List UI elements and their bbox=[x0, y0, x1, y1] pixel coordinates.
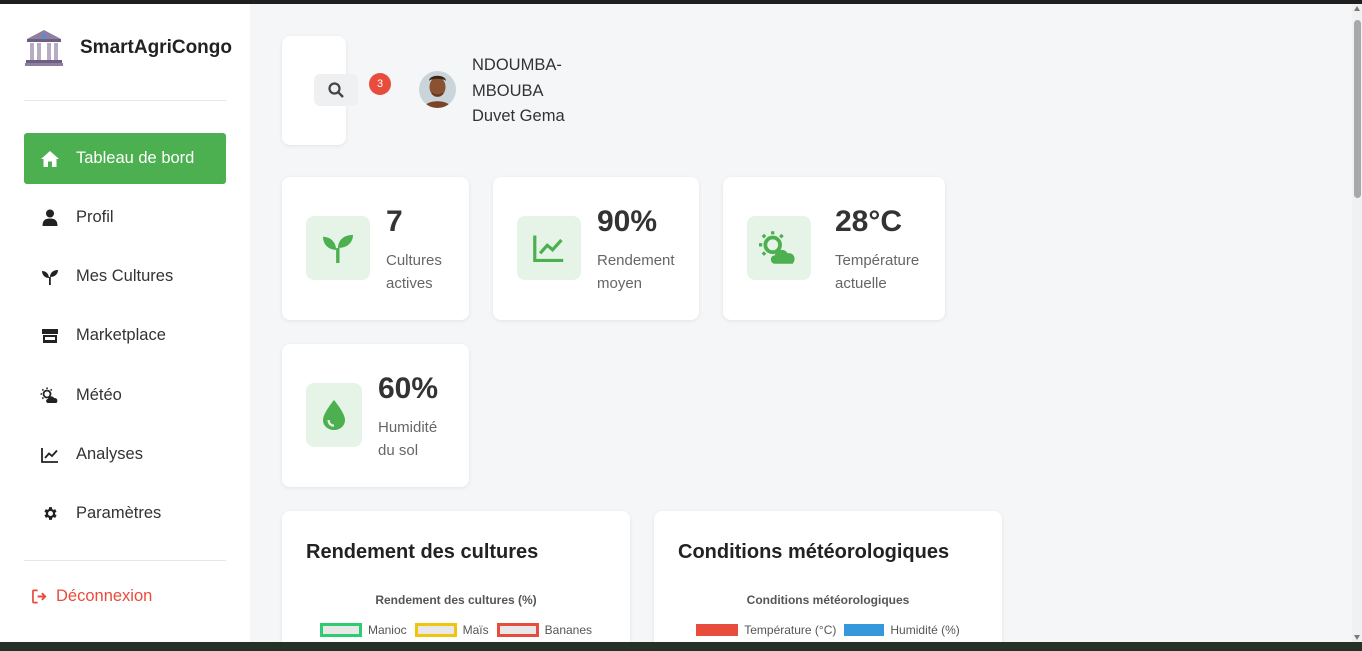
sidebar-item-label: Mes Cultures bbox=[76, 267, 174, 285]
scroll-up-arrow-icon[interactable] bbox=[1354, 6, 1360, 11]
stat-value: 60% bbox=[378, 372, 439, 405]
user-icon bbox=[40, 208, 60, 228]
sidebar-item-analytics[interactable]: Analyses bbox=[24, 429, 226, 480]
sidebar-item-weather[interactable]: Météo bbox=[24, 370, 226, 421]
search-button[interactable] bbox=[314, 74, 358, 106]
sidebar-item-label: Analyses bbox=[76, 445, 143, 463]
stat-card-soil-humidity: 60% Humidité du sol bbox=[282, 344, 469, 487]
search-icon bbox=[328, 82, 344, 98]
sidebar-item-profile[interactable]: Profil bbox=[24, 192, 226, 243]
legend-swatch bbox=[696, 624, 739, 636]
stat-label: Rendement moyen bbox=[597, 252, 675, 292]
bank-building-icon bbox=[25, 30, 63, 66]
scrollbar-thumb[interactable] bbox=[1354, 20, 1361, 198]
vertical-scrollbar[interactable] bbox=[1352, 4, 1362, 642]
sidebar-item-label: Météo bbox=[76, 386, 122, 404]
legend-item-manioc[interactable]: Manioc bbox=[319, 623, 407, 637]
chart-line-icon bbox=[40, 445, 60, 465]
sidebar-item-dashboard[interactable]: Tableau de bord bbox=[24, 133, 226, 184]
avatar[interactable] bbox=[419, 71, 456, 108]
sign-out-icon bbox=[32, 586, 48, 606]
legend-label: Maïs bbox=[462, 623, 489, 637]
cloud-sun-icon bbox=[40, 386, 60, 406]
stat-card-temperature: 28°C Température actuelle bbox=[723, 177, 945, 320]
stat-card-average-yield: 90% Rendement moyen bbox=[493, 177, 699, 320]
legend-label: Température (°C) bbox=[744, 623, 837, 637]
chart-line-icon bbox=[517, 216, 581, 280]
sidebar-item-label: Profil bbox=[76, 208, 114, 226]
legend-item-bananes[interactable]: Bananes bbox=[496, 623, 593, 637]
scroll-down-arrow-icon[interactable] bbox=[1354, 635, 1360, 640]
legend-swatch bbox=[319, 623, 362, 637]
legend-label: Humidité (%) bbox=[890, 623, 960, 637]
store-icon bbox=[40, 326, 60, 346]
legend-swatch bbox=[496, 623, 539, 637]
logout-button[interactable]: Déconnexion bbox=[32, 586, 152, 606]
sidebar-divider bbox=[24, 100, 226, 101]
sidebar-item-label: Marketplace bbox=[76, 326, 166, 344]
stat-value: 7 bbox=[386, 205, 403, 238]
chart-title: Conditions météorologiques bbox=[746, 593, 910, 607]
cloud-sun-icon bbox=[747, 216, 811, 280]
sidebar: SmartAgriCongo Tableau de bord Profil Me… bbox=[0, 4, 250, 642]
stat-value: 28°C bbox=[835, 205, 903, 238]
stat-card-active-crops: 7 Cultures actives bbox=[282, 177, 469, 320]
legend-label: Bananes bbox=[544, 623, 593, 637]
chart-card-title: Rendement des cultures bbox=[306, 541, 539, 563]
chart-title: Rendement des cultures (%) bbox=[375, 593, 537, 607]
sidebar-item-label: Tableau de bord bbox=[76, 149, 195, 167]
stat-value: 90% bbox=[597, 205, 658, 238]
seedling-icon bbox=[40, 267, 60, 287]
legend-item-mais[interactable]: Maïs bbox=[414, 623, 489, 637]
legend-label: Manioc bbox=[367, 623, 407, 637]
stat-label: Température actuelle bbox=[835, 252, 920, 292]
legend-swatch bbox=[414, 623, 457, 637]
page-viewport: SmartAgriCongo Tableau de bord Profil Me… bbox=[0, 4, 1352, 642]
chart-legend: Température (°C) Humidité (%) bbox=[654, 623, 1002, 637]
stat-label: Humidité du sol bbox=[378, 419, 438, 459]
weather-conditions-chart-card: Conditions météorologiques Conditions mé… bbox=[654, 511, 1002, 642]
user-name: NDOUMBA-MBOUBA Duvet Gema bbox=[472, 56, 565, 125]
stat-label: Cultures actives bbox=[386, 252, 442, 292]
legend-item-humidity[interactable]: Humidité (%) bbox=[844, 623, 960, 637]
sidebar-item-marketplace[interactable]: Marketplace bbox=[24, 310, 226, 361]
logout-label: Déconnexion bbox=[56, 586, 153, 605]
legend-item-temperature[interactable]: Température (°C) bbox=[696, 623, 836, 637]
sidebar-item-label: Paramètres bbox=[76, 504, 162, 522]
chart-card-title: Conditions météorologiques bbox=[678, 541, 950, 563]
home-icon bbox=[40, 149, 60, 169]
sidebar-item-settings[interactable]: Paramètres bbox=[24, 488, 226, 539]
gear-icon bbox=[40, 504, 60, 524]
window-bottom-edge bbox=[0, 642, 1362, 651]
crop-yield-chart-card: Rendement des cultures Rendement des cul… bbox=[282, 511, 630, 642]
droplet-icon bbox=[306, 383, 362, 447]
brand-name: SmartAgriCongo bbox=[80, 37, 232, 58]
brand[interactable]: SmartAgriCongo bbox=[24, 28, 232, 68]
sidebar-divider bbox=[24, 560, 226, 561]
legend-swatch bbox=[844, 624, 885, 636]
seedling-icon bbox=[306, 216, 370, 280]
notification-badge: 3 bbox=[369, 73, 391, 95]
chart-legend: Manioc Maïs Bananes bbox=[282, 623, 630, 637]
sidebar-item-my-crops[interactable]: Mes Cultures bbox=[24, 251, 226, 302]
